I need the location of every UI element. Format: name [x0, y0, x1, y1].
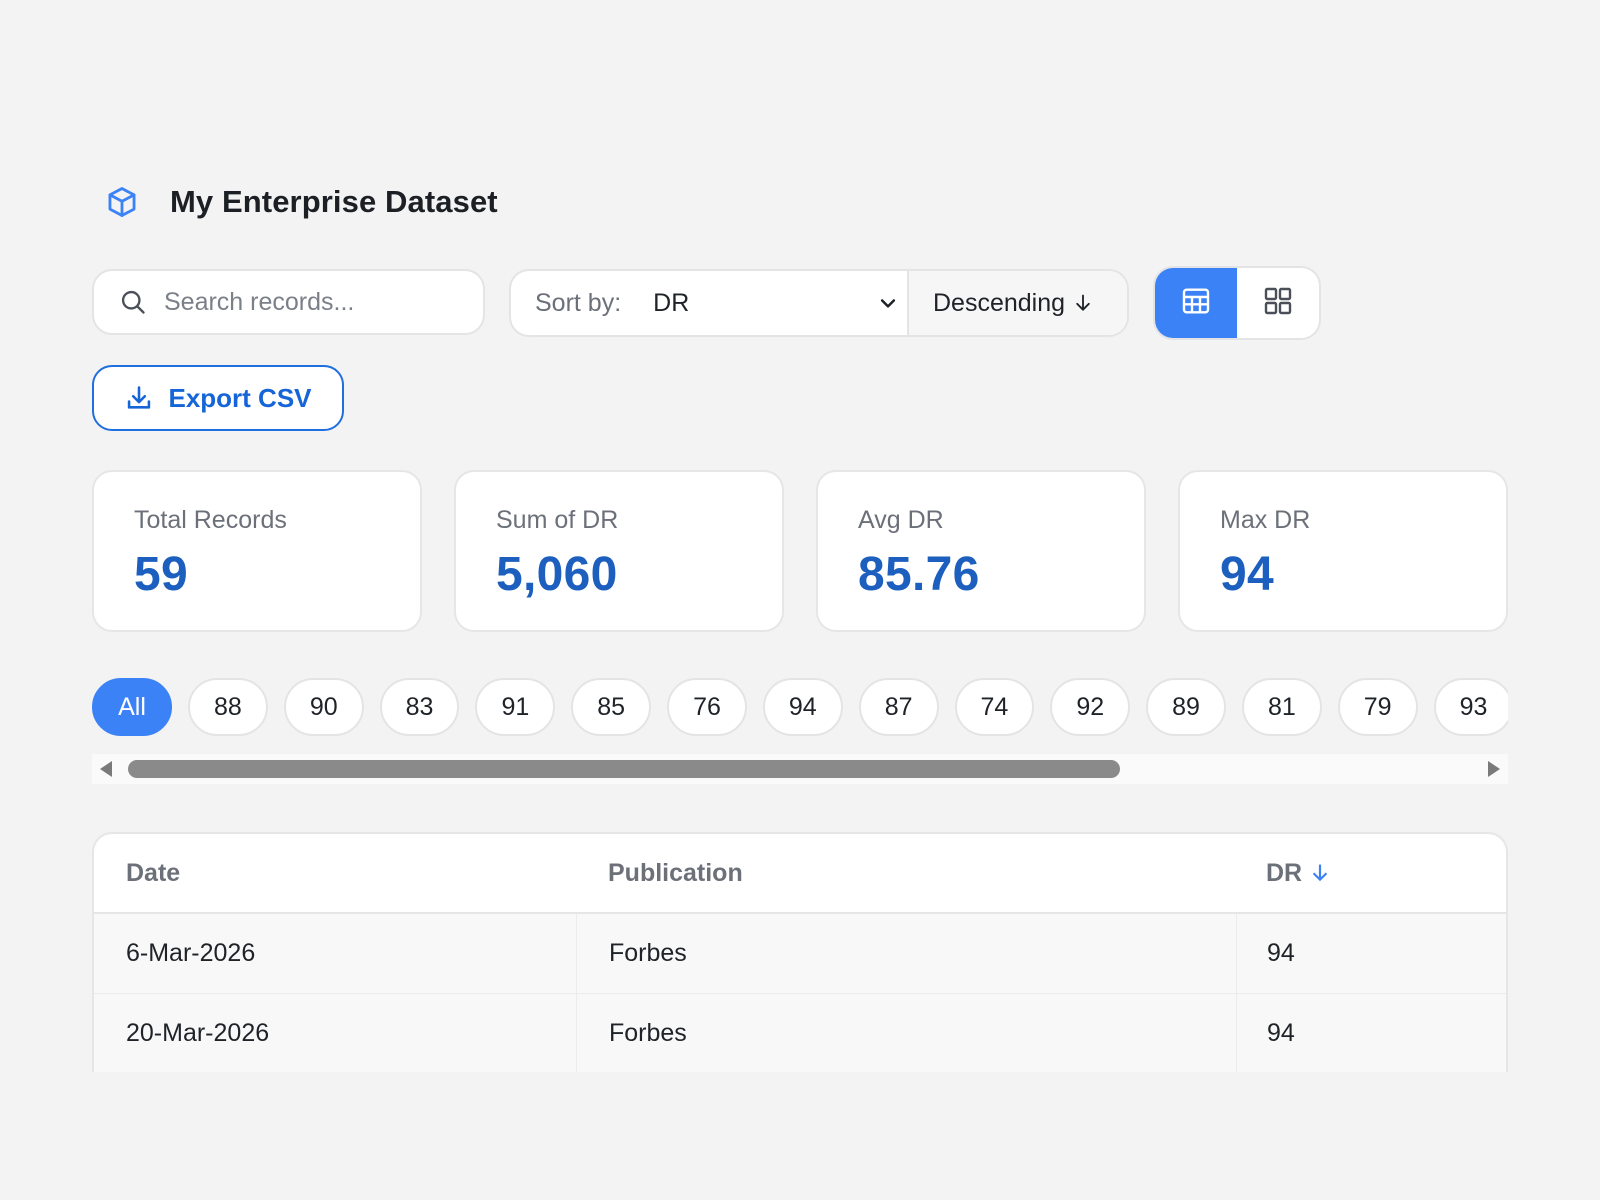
- filter-chip[interactable]: 88: [188, 678, 268, 736]
- filter-chips-scroller[interactable]: All 88 90 83 91 85 76 94 87 74 92 89 81 …: [92, 678, 1508, 740]
- column-header-label: Date: [126, 858, 181, 887]
- stat-value: 85.76: [858, 548, 980, 601]
- scroll-right-arrow-icon[interactable]: [1488, 761, 1500, 777]
- table-icon: [1180, 285, 1212, 322]
- sort-direction-button[interactable]: Descending: [907, 271, 1127, 335]
- records-table: Date Publication DR 6-Mar-2026 Forbes 94: [92, 832, 1508, 1072]
- sort-label: Sort by:: [535, 288, 622, 317]
- filter-chip[interactable]: 76: [667, 678, 747, 736]
- filter-chip[interactable]: 83: [379, 678, 460, 736]
- filter-chips: All 88 90 83 91 85 76 94 87 74 92 89 81 …: [92, 678, 1508, 736]
- horizontal-scrollbar[interactable]: [92, 754, 1508, 784]
- arrow-down-icon: [1073, 292, 1093, 314]
- stat-value: 94: [1220, 548, 1274, 601]
- stat-label: Max DR: [1220, 506, 1311, 534]
- stat-value: 59: [134, 548, 188, 601]
- cell-date: 20-Mar-2026: [126, 1019, 270, 1047]
- export-label: Export CSV: [168, 382, 312, 413]
- sort-desc-icon: [1310, 862, 1330, 884]
- stat-label: Avg DR: [858, 506, 944, 534]
- column-header-dr[interactable]: DR: [1236, 859, 1506, 888]
- cell-publication: Forbes: [576, 914, 1236, 993]
- stat-card-total-records: Total Records 59: [92, 470, 422, 632]
- page-header: My Enterprise Dataset: [92, 180, 1508, 224]
- view-toggle: [1153, 266, 1321, 340]
- chevron-down-icon: [877, 292, 899, 314]
- filter-chip[interactable]: 87: [858, 678, 939, 736]
- filter-chip[interactable]: 92: [1050, 678, 1131, 736]
- search-input[interactable]: [164, 287, 464, 317]
- cell-date: 6-Mar-2026: [126, 939, 256, 967]
- toolbar: Sort by: DR Descending: [92, 266, 1332, 340]
- stats-row: Total Records 59 Sum of DR 5,060 Avg DR …: [92, 470, 1508, 632]
- filter-chip[interactable]: 90: [283, 678, 364, 736]
- sort-control: Sort by: DR Descending: [509, 269, 1129, 337]
- download-icon: [124, 383, 154, 413]
- cube-icon: [104, 184, 140, 220]
- stat-value: 5,060: [496, 548, 618, 601]
- scroll-left-arrow-icon[interactable]: [100, 761, 112, 777]
- table-header: Date Publication DR: [94, 834, 1506, 914]
- column-header-label: DR: [1266, 858, 1303, 887]
- filter-chip[interactable]: 89: [1146, 678, 1226, 736]
- column-header-date[interactable]: Date: [94, 859, 576, 888]
- cell-dr: 94: [1236, 914, 1506, 993]
- cell-dr: 94: [1236, 994, 1506, 1072]
- sort-field-select[interactable]: Sort by: DR: [511, 271, 907, 335]
- column-header-label: Publication: [608, 858, 743, 887]
- stat-card-max-dr: Max DR 94: [1178, 470, 1508, 632]
- search-box[interactable]: [92, 269, 485, 335]
- grid-icon: [1262, 285, 1294, 322]
- sort-direction-label: Descending: [933, 288, 1066, 317]
- grid-view-button[interactable]: [1237, 268, 1319, 338]
- filter-chip[interactable]: 85: [571, 678, 652, 736]
- filter-chip[interactable]: 93: [1433, 678, 1508, 736]
- filter-chip[interactable]: 79: [1337, 678, 1418, 736]
- dataset-app: My Enterprise Dataset Sort by: DR: [92, 180, 1508, 1072]
- table-view-button[interactable]: [1155, 268, 1237, 338]
- table-row[interactable]: 6-Mar-2026 Forbes 94: [94, 914, 1506, 994]
- stat-label: Sum of DR: [496, 506, 619, 534]
- filter-chip[interactable]: 81: [1241, 678, 1322, 736]
- stat-label: Total Records: [134, 506, 287, 534]
- filter-chip[interactable]: 91: [475, 678, 556, 736]
- export-csv-button[interactable]: Export CSV: [92, 365, 344, 431]
- table-row[interactable]: 20-Mar-2026 Forbes 94: [94, 994, 1506, 1072]
- search-icon: [118, 287, 148, 317]
- filter-chip[interactable]: 74: [954, 678, 1035, 736]
- stat-card-avg-dr: Avg DR 85.76: [816, 470, 1146, 632]
- column-header-publication[interactable]: Publication: [576, 859, 1236, 888]
- filter-chip[interactable]: 94: [762, 678, 843, 736]
- scrollbar-thumb[interactable]: [128, 760, 1120, 778]
- filter-chip-all[interactable]: All: [92, 678, 172, 736]
- stat-card-sum-dr: Sum of DR 5,060: [454, 470, 784, 632]
- page-title: My Enterprise Dataset: [170, 184, 498, 219]
- sort-field-value: DR: [653, 288, 690, 317]
- cell-publication: Forbes: [576, 994, 1236, 1072]
